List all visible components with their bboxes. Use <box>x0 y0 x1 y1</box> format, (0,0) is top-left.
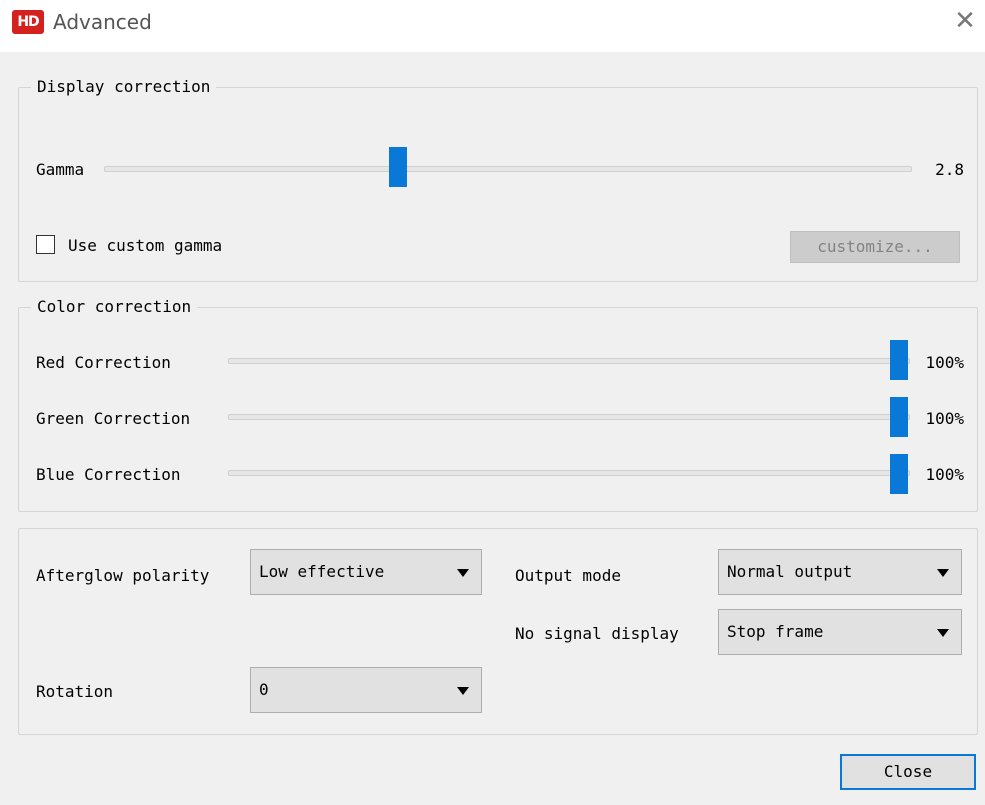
red-correction-label: Red Correction <box>36 353 171 372</box>
output-mode-label: Output mode <box>515 566 621 585</box>
blue-correction-slider-track[interactable] <box>228 470 910 476</box>
display-correction-legend: Display correction <box>37 77 211 96</box>
blue-correction-label: Blue Correction <box>36 465 181 484</box>
rotation-selected: 0 <box>259 680 269 699</box>
gamma-label: Gamma <box>36 160 85 179</box>
afterglow-polarity-select[interactable]: Low effective <box>250 549 482 595</box>
green-correction-slider-thumb[interactable] <box>890 397 908 437</box>
rotation-label: Rotation <box>36 682 114 701</box>
afterglow-polarity-selected: Low effective <box>259 562 385 581</box>
title-bar: HD Advanced ✕ <box>0 0 985 52</box>
chevron-down-icon <box>937 569 949 577</box>
green-correction-slider-track[interactable] <box>228 414 910 420</box>
window-close-icon[interactable]: ✕ <box>950 6 980 36</box>
close-button[interactable]: Close <box>840 754 976 790</box>
use-custom-gamma-checkbox[interactable] <box>36 235 55 254</box>
gamma-slider-track[interactable] <box>104 166 912 172</box>
red-correction-value: 100% <box>925 353 964 372</box>
chevron-down-icon <box>457 687 469 695</box>
customize-button[interactable]: customize... <box>790 231 960 263</box>
gamma-value: 2.8 <box>935 160 964 179</box>
gamma-slider-thumb[interactable] <box>389 147 407 187</box>
no-signal-display-label: No signal display <box>515 624 679 643</box>
blue-correction-slider-thumb[interactable] <box>890 454 908 494</box>
output-mode-select[interactable]: Normal output <box>718 549 962 595</box>
green-correction-value: 100% <box>925 409 964 428</box>
no-signal-display-select[interactable]: Stop frame <box>718 609 962 655</box>
use-custom-gamma-label[interactable]: Use custom gamma <box>68 236 222 256</box>
chevron-down-icon <box>457 569 469 577</box>
no-signal-display-selected: Stop frame <box>727 622 824 641</box>
output-mode-selected: Normal output <box>727 562 853 581</box>
chevron-down-icon <box>937 629 949 637</box>
green-correction-label: Green Correction <box>36 409 191 428</box>
window-title: Advanced <box>53 10 152 34</box>
afterglow-polarity-label: Afterglow polarity <box>36 566 210 585</box>
red-correction-slider-track[interactable] <box>228 358 910 364</box>
rotation-select[interactable]: 0 <box>250 667 482 713</box>
red-correction-slider-thumb[interactable] <box>890 340 908 380</box>
blue-correction-value: 100% <box>925 465 964 484</box>
app-logo-icon: HD <box>12 10 44 34</box>
color-correction-legend: Color correction <box>37 297 192 316</box>
